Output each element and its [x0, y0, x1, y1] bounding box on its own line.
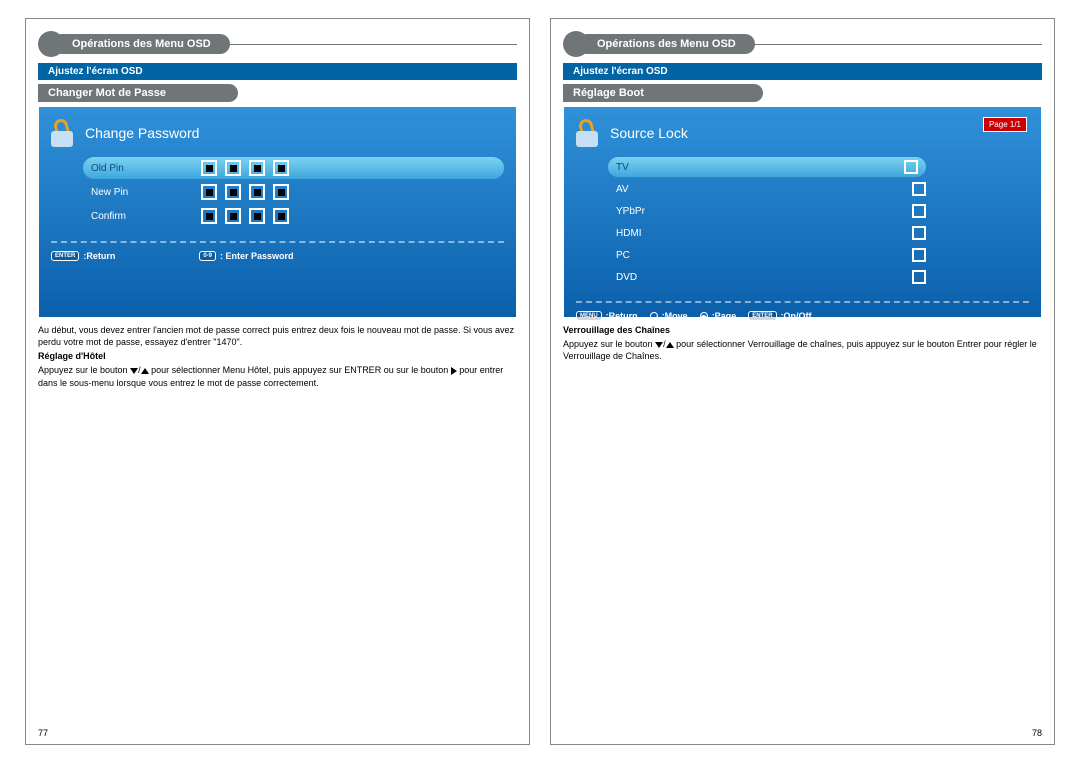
triangle-up-icon — [141, 368, 149, 374]
pin-digit[interactable] — [225, 184, 241, 200]
instruction-text: Verrouillage des Chaînes Appuyez sur le … — [563, 324, 1042, 362]
pin-digit[interactable] — [273, 184, 289, 200]
checkbox[interactable] — [912, 226, 926, 240]
subsection-bar: Ajustez l'écran OSD — [38, 63, 517, 80]
source-row-hdmi[interactable]: HDMI — [616, 223, 926, 243]
hint-return: :Return — [606, 311, 638, 321]
source-label: DVD — [616, 272, 637, 283]
screen-title: Change Password — [85, 125, 199, 141]
key-0-9: 0-9 — [199, 251, 216, 261]
source-row-tv[interactable]: TV — [608, 157, 926, 177]
hint-move: :Move — [662, 311, 688, 321]
instruction-text: Au début, vous devez entrer l'ancien mot… — [38, 324, 517, 389]
source-row-av[interactable]: AV — [616, 179, 926, 199]
leftright-icon: ◂▸ — [700, 312, 708, 320]
pin-digit[interactable] — [225, 208, 241, 224]
hint-page: :Page — [712, 311, 737, 321]
checkbox[interactable] — [904, 160, 918, 174]
key-menu: MENU — [576, 311, 602, 321]
heading-channel-lock: Verrouillage des Chaînes — [563, 325, 670, 335]
updown-icon — [650, 312, 658, 320]
section-header: Opérations des Menu OSD — [563, 31, 1042, 57]
manual-page-left: Opérations des Menu OSD Ajustez l'écran … — [25, 18, 530, 745]
section-header: Opérations des Menu OSD — [38, 31, 517, 57]
subheader: Changer Mot de Passe — [38, 84, 238, 102]
key-enter: ENTER — [51, 251, 79, 261]
checkbox[interactable] — [912, 270, 926, 284]
divider-dashed — [51, 241, 504, 243]
pin-digit[interactable] — [225, 160, 241, 176]
page-badge: Page 1/1 — [983, 117, 1027, 132]
subheader: Réglage Boot — [563, 84, 763, 102]
pin-digit[interactable] — [273, 208, 289, 224]
pin-digit[interactable] — [249, 208, 265, 224]
header-circle — [38, 31, 64, 57]
triangle-up-icon — [666, 342, 674, 348]
source-label: YPbPr — [616, 206, 645, 217]
text-paragraph: Au début, vous devez entrer l'ancien mot… — [38, 324, 517, 348]
source-row-ypbpr[interactable]: YPbPr — [616, 201, 926, 221]
hint-enter-password: : Enter Password — [220, 251, 294, 261]
manual-page-right: Opérations des Menu OSD Ajustez l'écran … — [550, 18, 1055, 745]
header-circle — [563, 31, 589, 57]
pin-digit[interactable] — [249, 184, 265, 200]
hint-bar: MENU :Return :Move ◂▸ :Page ENTER :On/Off — [576, 311, 1029, 321]
screen-title: Source Lock — [610, 125, 688, 141]
page-number: 77 — [38, 728, 48, 738]
key-enter: ENTER — [748, 311, 776, 321]
hint-onoff: :On/Off — [781, 311, 812, 321]
subsection-bar: Ajustez l'écran OSD — [563, 63, 1042, 80]
confirm-pin-label: Confirm — [91, 211, 201, 222]
hint-bar: ENTER :Return 0-9 : Enter Password — [51, 251, 504, 261]
page-number: 78 — [1032, 728, 1042, 738]
unlock-icon — [576, 119, 600, 147]
checkbox[interactable] — [912, 182, 926, 196]
osd-screen-change-password: Change Password Old Pin New Pin — [38, 106, 517, 318]
checkbox[interactable] — [912, 204, 926, 218]
pin-digit[interactable] — [273, 160, 289, 176]
checkbox[interactable] — [912, 248, 926, 262]
screen-title-row: Change Password — [51, 119, 504, 147]
triangle-down-icon — [655, 342, 663, 348]
heading-hotel: Réglage d'Hôtel — [38, 351, 106, 361]
old-pin-row[interactable]: Old Pin — [83, 157, 504, 179]
source-row-pc[interactable]: PC — [616, 245, 926, 265]
text-paragraph: Appuyez sur le bouton / pour sélectionne… — [563, 338, 1042, 362]
pin-digit[interactable] — [201, 208, 217, 224]
osd-screen-source-lock: Page 1/1 Source Lock TV AV YPbPr HDMI — [563, 106, 1042, 318]
new-pin-row[interactable]: New Pin — [91, 181, 504, 203]
confirm-pin-row[interactable]: Confirm — [91, 205, 504, 227]
pin-digit[interactable] — [249, 160, 265, 176]
source-label: HDMI — [616, 228, 642, 239]
unlock-icon — [51, 119, 75, 147]
screen-title-row: Source Lock — [576, 119, 1029, 147]
header-title: Opérations des Menu OSD — [585, 34, 755, 54]
source-label: PC — [616, 250, 630, 261]
triangle-down-icon — [130, 368, 138, 374]
header-title: Opérations des Menu OSD — [60, 34, 230, 54]
source-label: TV — [616, 162, 629, 173]
source-row-dvd[interactable]: DVD — [616, 267, 926, 287]
pin-digit[interactable] — [201, 160, 217, 176]
old-pin-label: Old Pin — [91, 163, 201, 174]
source-label: AV — [616, 184, 629, 195]
pin-digit[interactable] — [201, 184, 217, 200]
hint-return: :Return — [83, 251, 115, 261]
new-pin-label: New Pin — [91, 187, 201, 198]
text-paragraph: Appuyez sur le bouton / pour sélectionne… — [38, 364, 517, 388]
divider-dashed — [576, 301, 1029, 303]
